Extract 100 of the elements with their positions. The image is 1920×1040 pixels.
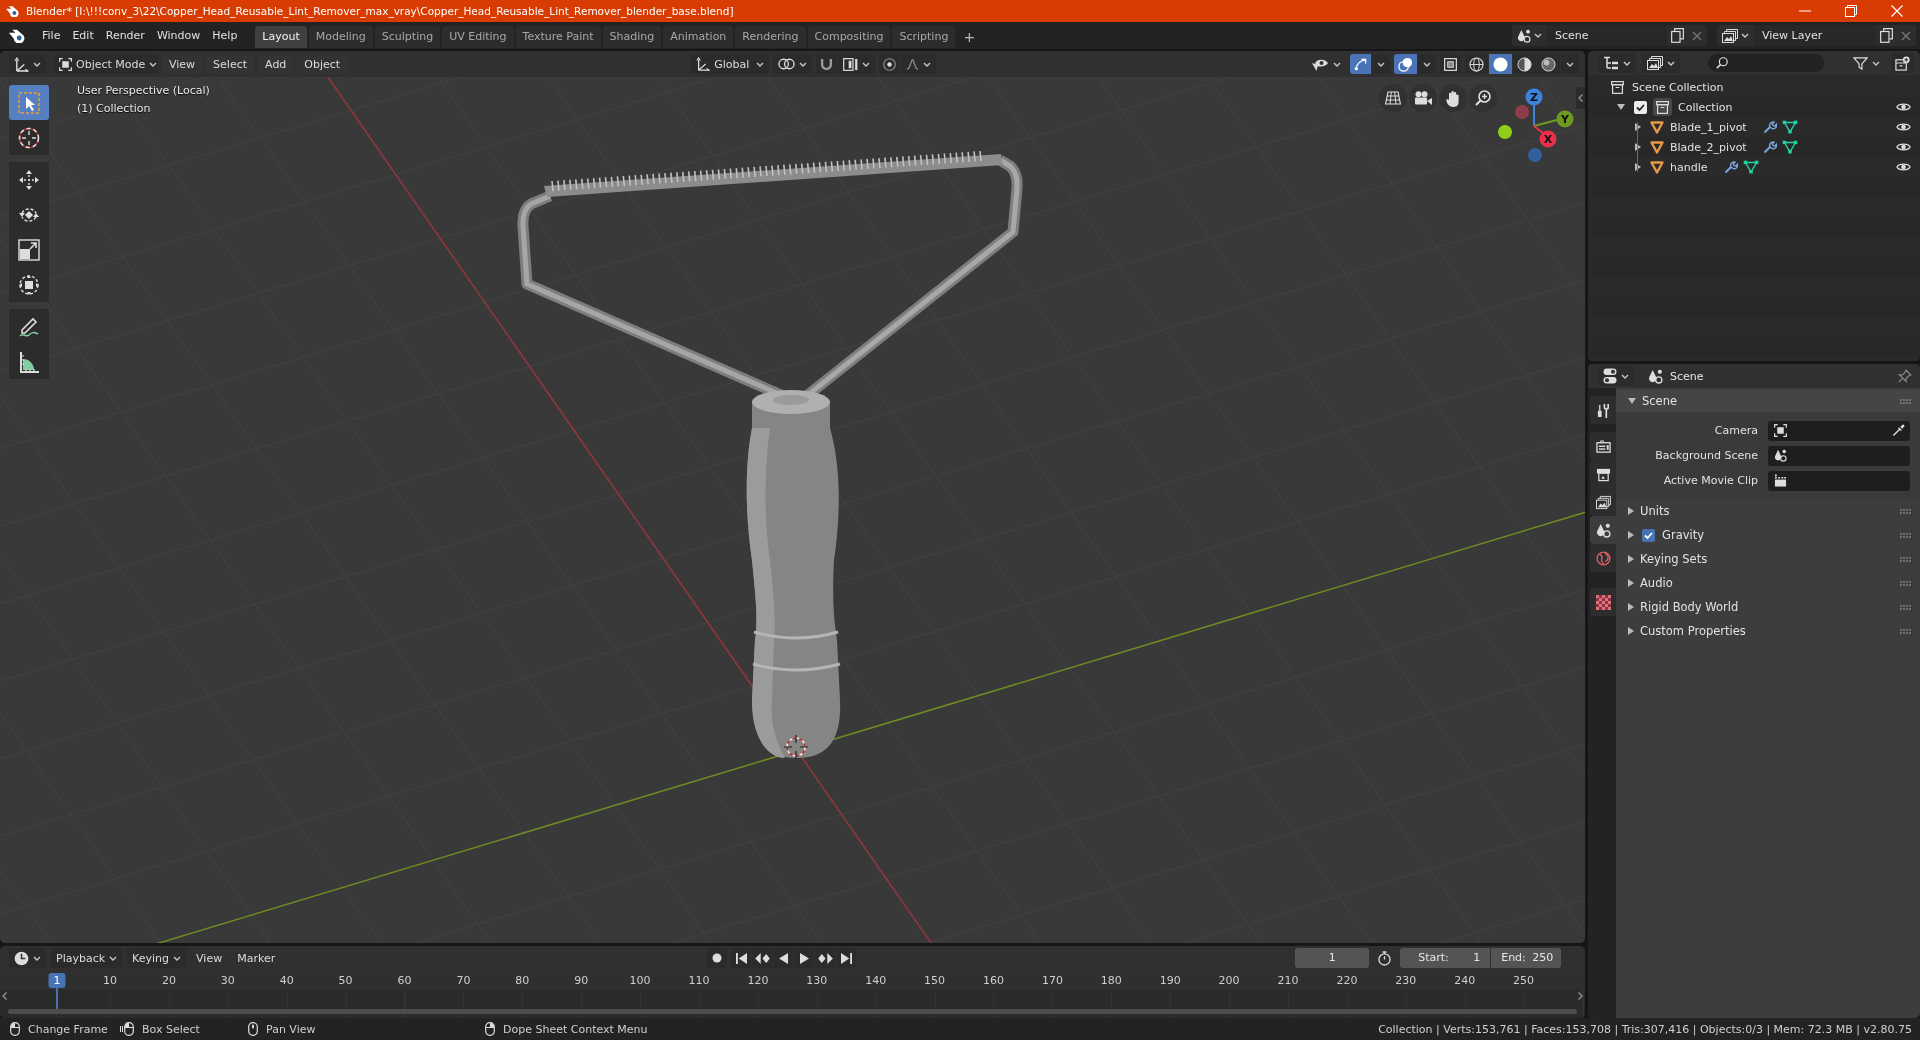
start-frame-field[interactable]: Start: 1 xyxy=(1400,948,1491,968)
panel-header[interactable]: Rigid Body World xyxy=(1616,595,1920,619)
scrollbar[interactable] xyxy=(8,1009,1577,1014)
new-collection-button[interactable] xyxy=(1891,53,1914,73)
camera-view-button[interactable] xyxy=(1409,84,1437,112)
tool-button[interactable] xyxy=(9,267,49,302)
outliner-item[interactable]: Blade_1_pivot xyxy=(1670,120,1747,134)
workspace-tab[interactable]: Compositing xyxy=(807,26,891,48)
tool-button[interactable] xyxy=(9,344,49,379)
perspective-toggle-button[interactable] xyxy=(1379,84,1407,112)
jump-start-button[interactable] xyxy=(731,948,752,968)
falloff-button[interactable] xyxy=(901,54,937,74)
tool-button[interactable] xyxy=(9,309,49,344)
snap-target-button[interactable] xyxy=(838,54,876,74)
outliner-item[interactable]: Blade_2_pivot xyxy=(1670,140,1747,154)
negative-x-axis-dot[interactable] xyxy=(1515,105,1529,119)
current-frame-field[interactable]: 1 xyxy=(1295,948,1370,968)
properties-tab[interactable] xyxy=(1590,488,1616,516)
grip-icon[interactable] xyxy=(1900,398,1911,404)
view-layer-browse-button[interactable] xyxy=(1717,25,1754,46)
panel-header[interactable]: Scene xyxy=(1616,390,1920,412)
z-axis-handle[interactable]: Z xyxy=(1525,88,1543,127)
menu-item[interactable]: File xyxy=(36,26,67,45)
panel-header[interactable]: Gravity xyxy=(1616,523,1920,547)
zoom-button[interactable] xyxy=(1469,84,1497,112)
grip-icon[interactable] xyxy=(1900,508,1911,514)
expanded-arrow-icon[interactable] xyxy=(1617,104,1625,110)
menu-button[interactable]: Playback xyxy=(51,948,123,968)
eye-icon[interactable] xyxy=(1896,142,1911,152)
outliner-item[interactable]: Scene Collection xyxy=(1632,80,1724,94)
gizmo-menu-button[interactable] xyxy=(1372,54,1390,74)
eye-icon[interactable] xyxy=(1896,122,1911,132)
outliner-item[interactable]: handle xyxy=(1670,160,1708,174)
jump-end-button[interactable] xyxy=(836,948,857,968)
tool-button[interactable] xyxy=(9,120,49,155)
properties-tab[interactable] xyxy=(1590,588,1616,616)
duplicate-button[interactable] xyxy=(1876,25,1896,46)
eye-icon[interactable] xyxy=(1896,102,1911,112)
negative-z-axis-dot[interactable] xyxy=(1528,148,1542,162)
workspace-tab[interactable]: Scripting xyxy=(892,26,956,48)
properties-tab[interactable] xyxy=(1590,516,1616,544)
workspace-tab[interactable]: Sculpting xyxy=(374,26,441,48)
grip-icon[interactable] xyxy=(1900,628,1911,634)
wrench-icon[interactable] xyxy=(1723,160,1738,174)
menu-button[interactable]: View xyxy=(191,948,228,968)
properties-tab[interactable] xyxy=(1590,432,1616,460)
workspace-tab[interactable]: Animation xyxy=(663,26,734,48)
field-input[interactable] xyxy=(1768,470,1910,491)
logo-icon[interactable] xyxy=(9,28,26,43)
orientation-dropdown[interactable]: Global xyxy=(691,54,770,74)
chevron-right-icon[interactable] xyxy=(1578,992,1583,1000)
pivot-button[interactable] xyxy=(773,54,813,74)
editor-type-button[interactable] xyxy=(1598,53,1636,73)
sidebar-toggle[interactable] xyxy=(1576,87,1585,109)
editor-type-button[interactable] xyxy=(1598,366,1634,386)
grip-icon[interactable] xyxy=(1900,604,1911,610)
workspace-tab[interactable]: UV Editing xyxy=(442,26,514,48)
record-button[interactable] xyxy=(707,948,728,968)
menu-item[interactable]: Render xyxy=(99,26,151,45)
tool-button[interactable] xyxy=(9,162,49,197)
xray-toggle[interactable] xyxy=(1440,54,1461,74)
gizmo-toggle[interactable] xyxy=(1350,54,1371,74)
properties-tab[interactable] xyxy=(1590,396,1616,424)
play-button[interactable] xyxy=(794,948,815,968)
search-field[interactable] xyxy=(1708,54,1824,72)
checkbox[interactable] xyxy=(1634,100,1647,114)
grip-icon[interactable] xyxy=(1900,556,1911,562)
play-reverse-button[interactable] xyxy=(773,948,794,968)
shading-menu-button[interactable] xyxy=(1561,54,1579,74)
chevron-left-icon[interactable] xyxy=(2,992,7,1000)
duplicate-button[interactable] xyxy=(1667,25,1687,46)
negative-y-axis-dot[interactable] xyxy=(1498,125,1512,139)
previous-keyframe-button[interactable] xyxy=(752,948,773,968)
end-frame-field[interactable]: End: 250 xyxy=(1491,948,1562,968)
scene-field[interactable]: Scene xyxy=(1547,25,1667,46)
panel-header[interactable]: Units xyxy=(1616,499,1920,523)
grip-icon[interactable] xyxy=(1900,532,1911,538)
shading-button[interactable] xyxy=(1489,54,1512,74)
mesh-triangle-icon[interactable] xyxy=(1742,160,1759,174)
pin-icon[interactable] xyxy=(1898,369,1912,383)
proportional-edit-toggle[interactable] xyxy=(879,54,901,74)
panel-header[interactable]: Audio xyxy=(1616,571,1920,595)
editor-type-button[interactable] xyxy=(9,948,46,968)
snap-toggle[interactable] xyxy=(816,54,838,74)
menu-button[interactable]: Keying xyxy=(127,948,187,968)
workspace-tab[interactable]: Layout xyxy=(255,26,307,48)
overlay-toggle[interactable] xyxy=(1394,54,1417,74)
view-layer-field[interactable]: View Layer xyxy=(1754,25,1876,46)
mesh-triangle-icon[interactable] xyxy=(1781,120,1798,134)
mode-dropdown[interactable]: Object Mode xyxy=(54,54,158,74)
shading-button[interactable] xyxy=(1537,54,1560,74)
workspace-tab[interactable]: Texture Paint xyxy=(515,26,601,48)
display-mode-button[interactable] xyxy=(1642,53,1680,73)
workspace-tab[interactable]: Rendering xyxy=(735,26,806,48)
scene-browse-button[interactable] xyxy=(1512,25,1547,46)
field-input[interactable] xyxy=(1768,445,1910,466)
workspace-tab[interactable]: Shading xyxy=(602,26,662,48)
panel-header[interactable]: Custom Properties xyxy=(1616,619,1920,643)
editor-type-button[interactable] xyxy=(9,54,46,74)
mesh-triangle-icon[interactable] xyxy=(1781,140,1798,154)
